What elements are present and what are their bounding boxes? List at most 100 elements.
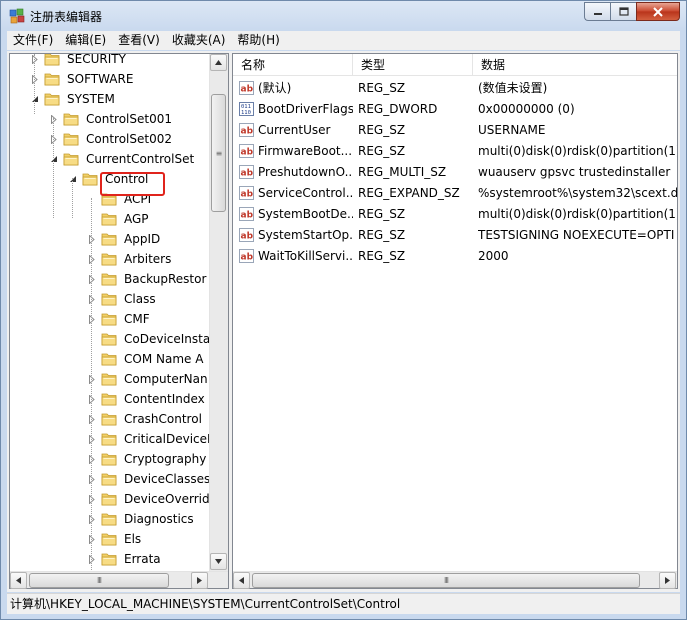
tree-node[interactable]: AGP bbox=[87, 209, 151, 229]
tree-node[interactable]: SOFTWARE bbox=[30, 69, 135, 89]
tree-scroll-thumb[interactable]: ≡ bbox=[211, 94, 226, 212]
value-type: REG_SZ bbox=[358, 123, 406, 137]
tree-node-label: SECURITY bbox=[67, 54, 126, 66]
tree-node[interactable]: Cryptography bbox=[87, 449, 208, 469]
grip-icon: III bbox=[96, 576, 102, 585]
value-data: TESTSIGNING NOEXECUTE=OPTI bbox=[478, 228, 675, 242]
key-tree-pane[interactable]: SECURITY SOFTWARE SYSTEM ControlSet001 Contr… bbox=[9, 53, 229, 589]
value-row[interactable]: ab CurrentUser REG_SZ USERNAME bbox=[233, 120, 677, 141]
value-row[interactable]: ab WaitToKillServi... REG_SZ 2000 bbox=[233, 246, 677, 267]
tree-node[interactable]: COM Name A bbox=[87, 349, 205, 369]
tree-node-label: AGP bbox=[124, 212, 149, 226]
tree-node[interactable]: Arbiters bbox=[87, 249, 173, 269]
tree-node[interactable]: ControlSet001 bbox=[49, 109, 174, 129]
list-hscroll-thumb[interactable]: III bbox=[252, 573, 640, 588]
tree-horizontal-scrollbar[interactable]: III bbox=[10, 571, 228, 589]
column-header-data[interactable]: 数据 bbox=[473, 54, 677, 76]
value-row[interactable]: ab SystemStartOp... REG_SZ TESTSIGNING NOE… bbox=[233, 225, 677, 246]
value-row[interactable]: ab FirmwareBoot... REG_SZ multi(0)disk(0)rd… bbox=[233, 141, 677, 162]
tree-vertical-scrollbar[interactable]: ≡ bbox=[209, 54, 228, 571]
value-row[interactable]: 011 110 BootDriverFlags REG_DWORD 0x00000000… bbox=[233, 99, 677, 120]
tree-node[interactable]: SECURITY bbox=[30, 54, 128, 69]
value-name: SystemStartOp... bbox=[258, 228, 353, 242]
tree-node[interactable]: BackupRestor bbox=[87, 269, 208, 289]
value-type: REG_MULTI_SZ bbox=[358, 165, 447, 179]
tree-node-label: Errata bbox=[124, 552, 161, 566]
tree-node-label: CMF bbox=[124, 312, 150, 326]
tree-node[interactable]: SYSTEM bbox=[30, 89, 117, 109]
close-button[interactable] bbox=[636, 2, 680, 21]
menu-view[interactable]: 查看(V) bbox=[112, 31, 166, 50]
tree-node[interactable]: CrashControl bbox=[87, 409, 204, 429]
tree-node[interactable]: ContentIndex bbox=[87, 389, 207, 409]
value-row[interactable]: ab PreshutdownO... REG_MULTI_SZ wuauserv gp… bbox=[233, 162, 677, 183]
value-list-pane[interactable]: 名称 类型 数据 ab (默认) REG_SZ (数值未设置) 011 110 BootDr… bbox=[232, 53, 678, 589]
svg-text:110: 110 bbox=[241, 110, 251, 116]
caption-buttons bbox=[584, 2, 680, 21]
tree-node-label: DeviceOverrid bbox=[124, 492, 210, 506]
tree-node[interactable]: DeviceClasses bbox=[87, 469, 212, 489]
list-scroll-left-button[interactable] bbox=[233, 572, 250, 589]
regedit-app-icon bbox=[9, 8, 25, 24]
svg-text:ab: ab bbox=[241, 232, 254, 242]
list-horizontal-scrollbar[interactable]: III bbox=[233, 571, 677, 589]
folder-icon bbox=[101, 252, 117, 266]
menu-edit[interactable]: 编辑(E) bbox=[59, 31, 112, 50]
string-value-icon: ab bbox=[239, 186, 254, 200]
tree-scroll-up-button[interactable] bbox=[210, 54, 227, 71]
grip-icon: ≡ bbox=[215, 148, 223, 158]
highlight-box bbox=[100, 172, 165, 196]
menu-bar: 文件(F) 编辑(E) 查看(V) 收藏夹(A) 帮助(H) bbox=[7, 31, 680, 50]
column-header-name[interactable]: 名称 bbox=[233, 54, 353, 76]
list-scroll-right-button[interactable] bbox=[659, 572, 676, 589]
tree-scroll-left-button[interactable] bbox=[10, 572, 27, 589]
string-value-icon: ab bbox=[239, 123, 254, 137]
tree-scroll-right-button[interactable] bbox=[191, 572, 208, 589]
tree-node-label: Diagnostics bbox=[124, 512, 194, 526]
tree-node[interactable]: CoDeviceInsta bbox=[87, 329, 212, 349]
tree-scroll-down-button[interactable] bbox=[210, 553, 227, 570]
tree-guide-line bbox=[34, 54, 35, 114]
tree-node[interactable]: ComputerNan bbox=[87, 369, 210, 389]
folder-icon bbox=[101, 212, 117, 226]
tree-node-label: ComputerNan bbox=[124, 372, 208, 386]
value-name: CurrentUser bbox=[258, 123, 331, 137]
minimize-button[interactable] bbox=[584, 2, 610, 21]
tree-node[interactable]: AppID bbox=[87, 229, 162, 249]
value-name: FirmwareBoot... bbox=[258, 144, 353, 158]
tree-node[interactable]: Class bbox=[87, 289, 158, 309]
maximize-button[interactable] bbox=[610, 2, 636, 21]
tree-node[interactable]: Diagnostics bbox=[87, 509, 196, 529]
value-row[interactable]: ab (默认) REG_SZ (数值未设置) bbox=[233, 78, 677, 99]
arrow-right-icon bbox=[665, 577, 670, 584]
menu-help[interactable]: 帮助(H) bbox=[231, 31, 285, 50]
value-row[interactable]: ab SystemBootDe... REG_SZ multi(0)disk(0)rd… bbox=[233, 204, 677, 225]
value-data: %systemroot%\system32\scext.dll bbox=[478, 186, 677, 200]
menu-favorites[interactable]: 收藏夹(A) bbox=[166, 31, 232, 50]
binary-value-icon: 011 110 bbox=[239, 102, 254, 116]
string-value-icon: ab bbox=[239, 228, 254, 242]
tree-node[interactable]: CriticalDeviceI bbox=[87, 429, 212, 449]
tree-node[interactable]: ControlSet002 bbox=[49, 129, 174, 149]
title-bar[interactable]: 注册表编辑器 bbox=[1, 1, 686, 31]
value-type: REG_SZ bbox=[358, 207, 406, 221]
value-name: (默认) bbox=[258, 81, 292, 95]
regedit-window: 注册表编辑器 文件(F) 编辑(E) 查看(V) 收藏夹(A) 帮助(H) SE… bbox=[0, 0, 687, 620]
svg-text:ab: ab bbox=[241, 127, 254, 137]
tree-node[interactable]: Els bbox=[87, 529, 143, 549]
svg-text:ab: ab bbox=[241, 148, 254, 158]
tree-node[interactable]: DeviceOverrid bbox=[87, 489, 212, 509]
string-value-icon: ab bbox=[239, 144, 254, 158]
menu-file[interactable]: 文件(F) bbox=[7, 31, 59, 50]
folder-icon bbox=[101, 492, 117, 506]
value-type: REG_SZ bbox=[358, 249, 406, 263]
tree-node-label: Class bbox=[124, 292, 156, 306]
string-value-icon: ab bbox=[239, 249, 254, 263]
tree-node[interactable]: CurrentControlSet bbox=[49, 149, 196, 169]
tree-hscroll-thumb[interactable]: III bbox=[29, 573, 169, 588]
tree-node[interactable]: Errata bbox=[87, 549, 163, 569]
column-header-type[interactable]: 类型 bbox=[353, 54, 473, 76]
tree-node[interactable]: CMF bbox=[87, 309, 152, 329]
svg-text:ab: ab bbox=[241, 253, 254, 263]
value-row[interactable]: ab ServiceControl... REG_EXPAND_SZ %systemr… bbox=[233, 183, 677, 204]
